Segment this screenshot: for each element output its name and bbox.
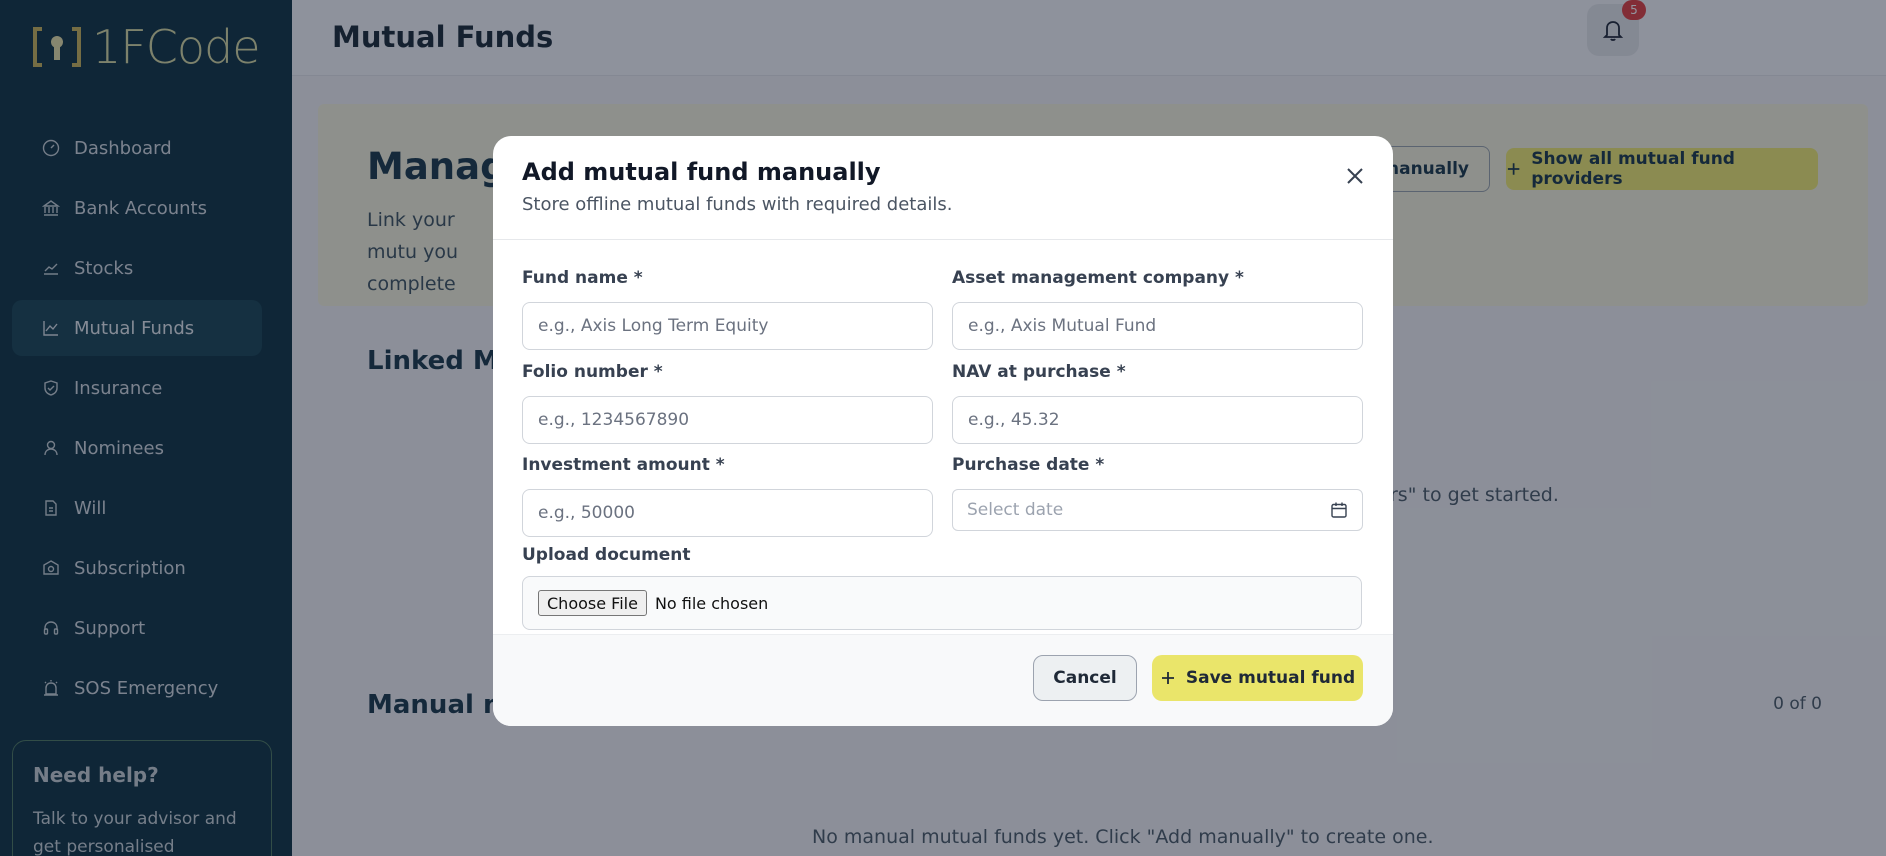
nav-field: NAV at purchase * — [952, 362, 1363, 444]
cancel-button[interactable]: Cancel — [1033, 655, 1137, 701]
fund-name-label: Fund name * — [522, 268, 643, 288]
purchase-date-field: Purchase date * Select date — [952, 455, 1363, 531]
amount-field: Investment amount * — [522, 455, 933, 537]
nav-input[interactable] — [952, 396, 1363, 444]
amc-label: Asset management company * — [952, 268, 1244, 288]
calendar-icon — [1331, 502, 1347, 518]
choose-file-button[interactable]: Choose File — [538, 590, 647, 616]
purchase-date-picker[interactable]: Select date — [952, 489, 1363, 531]
purchase-date-placeholder: Select date — [967, 500, 1064, 520]
save-mutual-fund-button[interactable]: Save mutual fund — [1152, 655, 1363, 701]
save-button-label: Save mutual fund — [1185, 668, 1356, 688]
amount-input[interactable] — [522, 489, 933, 537]
nav-label: NAV at purchase * — [952, 362, 1126, 382]
add-mutual-fund-modal: Add mutual fund manually Store offline m… — [493, 136, 1393, 726]
folio-input[interactable] — [522, 396, 933, 444]
fund-name-field: Fund name * — [522, 268, 933, 350]
amount-label: Investment amount * — [522, 455, 725, 475]
plus-icon — [1161, 672, 1174, 684]
upload-label: Upload document — [522, 545, 691, 565]
modal-subtitle: Store offline mutual funds with required… — [522, 194, 953, 215]
amc-field: Asset management company * — [952, 268, 1363, 350]
amc-input[interactable] — [952, 302, 1363, 350]
purchase-date-label: Purchase date * — [952, 455, 1105, 475]
file-status: No file chosen — [654, 593, 769, 613]
modal-body: Fund name * Asset management company * F… — [493, 240, 1393, 634]
folio-label: Folio number * — [522, 362, 663, 382]
close-icon — [1347, 168, 1363, 184]
modal-footer: Cancel Save mutual fund — [493, 634, 1393, 726]
fund-name-input[interactable] — [522, 302, 933, 350]
upload-document-field: Choose File No file chosen — [522, 576, 1362, 630]
modal-header: Add mutual fund manually Store offline m… — [493, 136, 1393, 240]
folio-field: Folio number * — [522, 362, 933, 444]
modal-title: Add mutual fund manually — [522, 158, 881, 186]
close-button[interactable] — [1341, 162, 1369, 190]
